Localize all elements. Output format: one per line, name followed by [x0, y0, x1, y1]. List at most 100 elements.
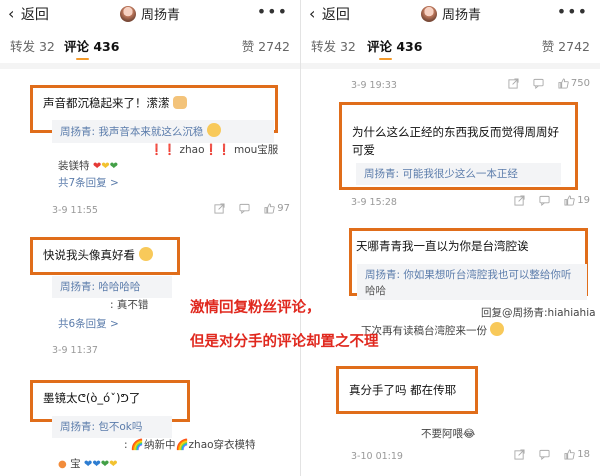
comment-highlight[interactable]: 真分手了吗 都在传耶: [336, 366, 478, 414]
comment-actions: 97: [214, 203, 290, 214]
like-count: 750: [570, 78, 590, 89]
like-count: 19: [577, 195, 590, 206]
peach-emoji-icon: ●: [58, 459, 67, 470]
profile-title[interactable]: 周扬青: [120, 4, 180, 23]
top-bar: ‹ 返回 周扬青 •••: [301, 0, 600, 30]
smile-emoji-icon: [206, 123, 221, 137]
comment-time: 3-9 15:28: [351, 197, 397, 208]
comment-icon[interactable]: [533, 78, 544, 89]
share-icon[interactable]: [514, 195, 525, 206]
overlay-caption-line-1: 激情回复粉丝评论，: [190, 300, 321, 316]
reply-box[interactable]: 周扬青: 你如果想听台湾腔我也可以整给你听 哈哈: [357, 264, 587, 300]
chevron-left-icon: ‹: [8, 4, 15, 23]
comment-icon[interactable]: [239, 203, 250, 214]
screenshot-composite: ‹ 返回 周扬青 ••• 转发 32 评论 436 赞 2742 声音都沉稳起来…: [0, 0, 600, 476]
reply-line: : 🌈纳新中🌈zhao穿衣模特: [124, 439, 256, 451]
heart-blue-icon: ❤: [83, 459, 93, 470]
back-label: 返回: [321, 7, 350, 23]
share-icon[interactable]: [514, 449, 525, 460]
thumbs-up-icon: [264, 203, 275, 214]
heart-green-icon: ❤: [109, 161, 119, 172]
grin-emoji-icon: [138, 247, 153, 261]
tab-comments[interactable]: 评论 436: [367, 36, 422, 60]
profile-name: 周扬青: [442, 8, 482, 23]
like-button[interactable]: 18: [564, 449, 590, 460]
tab-bar: 转发 32 评论 436 赞 2742: [301, 34, 600, 60]
avatar: [120, 5, 136, 22]
comment-highlight[interactable]: 快说我头像真好看: [30, 237, 180, 275]
reply-box[interactable]: 周扬青: 包不ok吗: [52, 416, 172, 438]
comment-text: 快说我头像真好看: [43, 248, 135, 262]
tab-bar: 转发 32 评论 436 赞 2742: [0, 34, 300, 60]
profile-title[interactable]: 周扬青: [421, 4, 481, 23]
heart-green-icon: ❤: [100, 459, 110, 470]
like-count: 18: [577, 449, 590, 460]
comment-text: 为什么这么正经的东西我反而觉得周周好可爱: [352, 125, 559, 157]
heart-yellow-icon: ❤: [101, 161, 110, 172]
back-button[interactable]: ‹ 返回: [309, 4, 350, 24]
reply-box[interactable]: 周扬青: 可能我很少这么一本正经: [356, 163, 561, 185]
reply-line: ❗❗ zhao❗❗ mou宝服: [150, 144, 279, 156]
comment-text: 天哪青青我一直以为你是台湾腔诶: [356, 239, 529, 253]
reply-line: : 真不错: [110, 299, 149, 311]
comment-icon[interactable]: [539, 449, 550, 460]
thumbs-up-icon: [558, 78, 569, 89]
comment-time: 3-9 11:37: [52, 345, 98, 356]
left-phone-screen: ‹ 返回 周扬青 ••• 转发 32 评论 436 赞 2742 声音都沉稳起来…: [0, 0, 300, 476]
like-button[interactable]: 19: [564, 195, 590, 206]
tab-repost[interactable]: 转发 32: [311, 36, 356, 55]
heart-yellow-icon: ❤: [109, 459, 118, 470]
more-replies-link[interactable]: 共7条回复 >: [58, 175, 119, 191]
comment-actions: 750: [508, 78, 590, 89]
chevron-left-icon: ‹: [309, 4, 316, 23]
comment-actions: 19: [514, 195, 590, 206]
reply-text: 周扬青: 可能我很少这么一本正经: [364, 168, 518, 180]
divider: [0, 63, 300, 69]
right-phone-screen: ‹ 返回 周扬青 ••• 转发 32 评论 436 赞 2742 3-9 19:…: [300, 0, 600, 476]
back-button[interactable]: ‹ 返回: [8, 4, 49, 24]
back-label: 返回: [20, 7, 49, 23]
comment-icon[interactable]: [539, 195, 550, 206]
like-button[interactable]: 97: [264, 203, 290, 214]
like-button[interactable]: 750: [558, 78, 590, 89]
reply-line-2: 下次再有读稿台湾腔来一份: [361, 322, 505, 339]
cat-emoji-icon: [173, 96, 188, 109]
reply-text: 周扬青: 你如果想听台湾腔我也可以整给你听: [365, 269, 572, 281]
profile-name: 周扬青: [141, 8, 181, 23]
reply-line-2: 装镁特 ❤❤❤: [58, 158, 118, 175]
smile-emoji-icon: [490, 322, 505, 336]
comment-text: 声音都沉稳起来了！潆潆: [43, 96, 170, 110]
reply-line: 回复@周扬青:hiahiahia: [481, 307, 596, 319]
reply-text: 周扬青: 哈哈哈哈: [60, 281, 141, 293]
heart-blue-icon: ❤: [92, 459, 101, 470]
more-replies-link[interactable]: 共6条回复 >: [58, 316, 119, 332]
comment-time: 3-10 01:19: [351, 451, 403, 462]
heart-red-icon: ❤: [92, 161, 102, 172]
tab-repost[interactable]: 转发 32: [10, 36, 55, 55]
share-icon[interactable]: [508, 78, 519, 89]
avatar: [421, 5, 437, 22]
comment-text: 真分手了吗 都在传耶: [349, 383, 457, 397]
reply-text-3: 宝: [70, 458, 81, 470]
overlay-caption-line-2: 但是对分手的评论却置之不理: [190, 334, 379, 350]
top-bar: ‹ 返回 周扬青 •••: [0, 0, 300, 30]
tab-likes[interactable]: 赞 2742: [242, 36, 290, 55]
divider: [301, 63, 600, 69]
reply-text-2: 下次再有读稿台湾腔来一份: [361, 325, 487, 337]
reply-line: 不要阿喂😂: [421, 428, 476, 440]
thumbs-up-icon: [564, 195, 575, 206]
share-icon[interactable]: [214, 203, 225, 214]
reply-box[interactable]: 周扬青: 哈哈哈哈: [52, 276, 172, 298]
more-menu-icon[interactable]: •••: [257, 2, 288, 21]
comment-actions: 18: [514, 449, 590, 460]
tab-comments[interactable]: 评论 436: [64, 36, 119, 60]
like-count: 97: [277, 203, 290, 214]
reply-box[interactable]: 周扬青: 我声音本来就这么沉稳: [52, 120, 274, 143]
reply-line-2: ● 宝 ❤❤❤❤: [58, 456, 117, 473]
reply-text: 周扬青: 我声音本来就这么沉稳: [60, 126, 204, 138]
comment-time: 3-9 19:33: [351, 80, 397, 91]
comment-time: 3-9 11:55: [52, 205, 98, 216]
more-menu-icon[interactable]: •••: [557, 2, 588, 21]
comment-text: 墨镜太ᕦ(ò_óˇ)ᕤ了: [43, 391, 141, 405]
tab-likes[interactable]: 赞 2742: [542, 36, 590, 55]
